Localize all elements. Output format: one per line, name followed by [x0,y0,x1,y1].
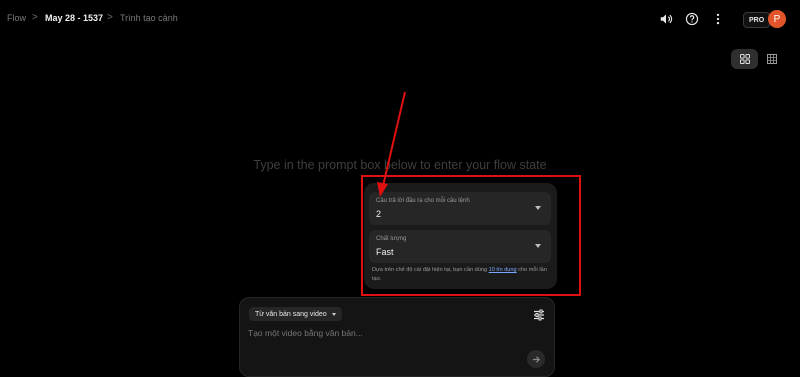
arrow-right-icon [532,355,540,363]
mode-select[interactable]: Từ văn bản sang video [249,307,342,321]
mode-label: Từ văn bản sang video [255,310,327,318]
tune-icon[interactable] [533,308,545,321]
prompt-box: Từ văn bản sang video Tạo một video bằng… [239,297,555,377]
prompt-input[interactable]: Tạo một video bằng văn bản... [248,328,363,338]
send-button[interactable] [527,350,545,368]
chevron-down-icon [331,312,336,316]
